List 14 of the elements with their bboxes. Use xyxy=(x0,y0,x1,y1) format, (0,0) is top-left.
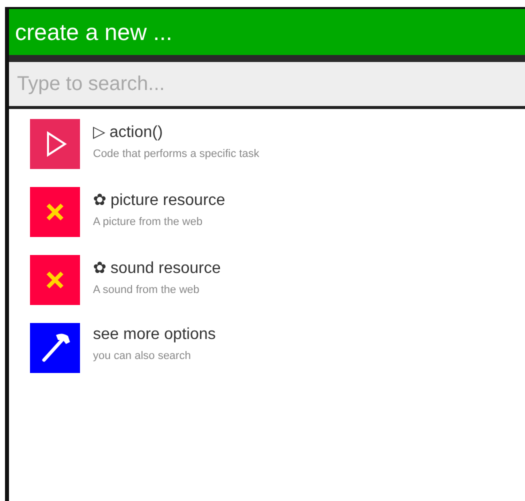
cross-icon[interactable] xyxy=(30,255,80,305)
item-title[interactable]: ▷ action() xyxy=(93,122,260,142)
item-title[interactable]: ✿ sound resource xyxy=(93,258,221,278)
item-description: A picture from the web xyxy=(93,216,204,228)
item-description: you can also search xyxy=(93,350,192,362)
search-field[interactable]: Type to search... xyxy=(9,62,525,109)
dialog-title: create a new ... xyxy=(15,18,172,46)
cross-icon[interactable] xyxy=(30,187,80,237)
item-description: A sound from the web xyxy=(93,284,200,296)
item-title[interactable]: ✿ picture resource xyxy=(93,190,226,210)
item-title[interactable]: see more options xyxy=(93,326,216,344)
item-description: Code that performs a specific task xyxy=(93,148,260,160)
hammer-icon[interactable] xyxy=(30,323,80,373)
play-icon[interactable] xyxy=(30,119,80,169)
